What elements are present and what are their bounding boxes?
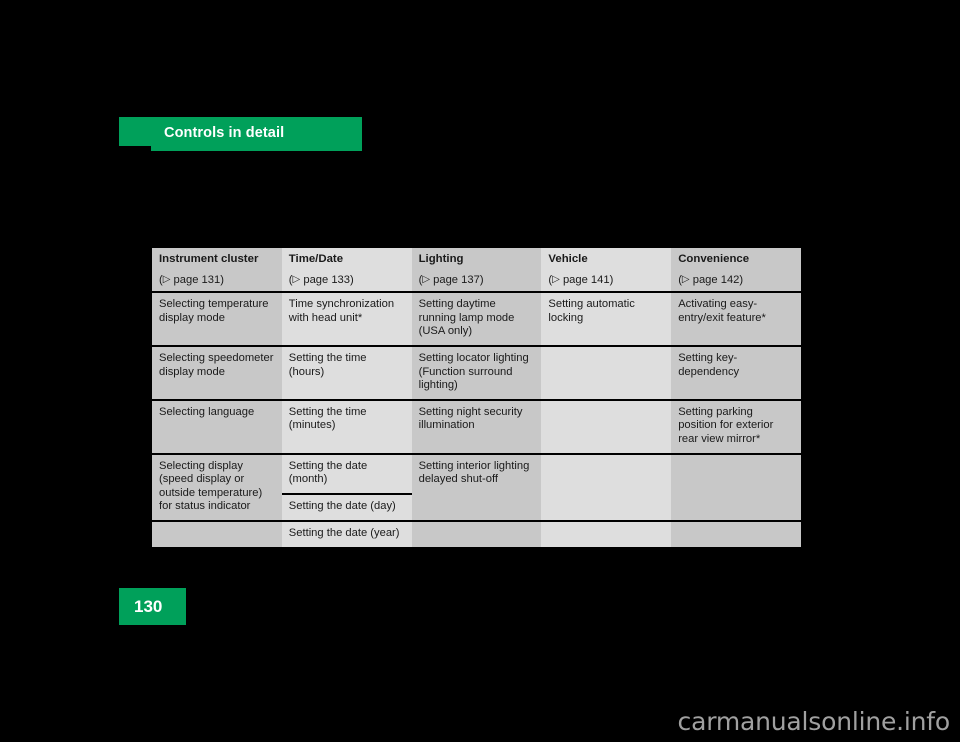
settings-overview-table: Instrument cluster (▷ page 131) Time/Dat… <box>152 248 801 549</box>
table-cell-vehicle <box>541 520 672 549</box>
ref-close-paren: ) <box>609 273 614 286</box>
table-cell-time-date: Setting the date (day) <box>281 494 412 522</box>
ref-open-paren: ( <box>288 273 293 286</box>
table-cell-lighting: Setting daytime running lamp mode (USA o… <box>411 292 542 347</box>
chapter-title: Controls in detail <box>164 125 285 141</box>
ref-target: page 131 <box>173 273 221 286</box>
column-title: Time/Date <box>288 253 344 265</box>
table-cell-instrument-cluster: Selecting display (speed display or outs… <box>152 453 282 522</box>
column-title: Vehicle <box>548 253 588 265</box>
table-cell-time-date: Setting the date (year) <box>281 520 412 549</box>
table-cell-vehicle <box>541 453 672 522</box>
table-header-cell-instrument-cluster: Instrument cluster (▷ page 131) <box>152 248 282 294</box>
ref-target: page 141 <box>562 273 610 286</box>
table-header: Instrument cluster (▷ page 131) Time/Dat… <box>152 248 801 294</box>
site-watermark: carmanualsonline.info <box>677 707 951 736</box>
ref-close-paren: ) <box>350 273 354 286</box>
table-cell-time-date: Setting the date (month) <box>281 453 412 496</box>
table-cell-lighting: Setting locator lighting (Function surro… <box>411 345 542 401</box>
table-cell-vehicle <box>541 345 672 401</box>
chapter-bar-notch <box>119 146 151 151</box>
column-page-reference: (▷ page 133) <box>289 274 405 288</box>
table-header-cell-time-date: Time/Date (▷ page 133) <box>281 248 412 294</box>
page-number: 130 <box>134 597 163 616</box>
table-cell-lighting: Setting night security illumination <box>411 399 542 455</box>
table-header-cell-lighting: Lighting (▷ page 137) <box>411 248 542 294</box>
ref-close-paren: ) <box>479 273 484 286</box>
table-cell-convenience <box>671 520 801 549</box>
triangle-right-icon: ▷ <box>422 274 431 286</box>
ref-close-paren: ) <box>739 273 744 286</box>
triangle-right-icon: ▷ <box>681 274 690 286</box>
ref-target: page 133 <box>303 273 351 286</box>
ref-close-paren: ) <box>220 273 224 286</box>
table-cell-instrument-cluster: Selecting language <box>152 399 282 455</box>
column-title: Instrument cluster <box>159 253 259 265</box>
column-title: Lighting <box>418 253 464 265</box>
table-cell-instrument-cluster <box>152 520 282 549</box>
table-row: Setting the date (year) <box>152 520 801 549</box>
page-number-block: 130 <box>119 588 186 625</box>
table-cell-convenience: Setting key-dependency <box>671 345 801 401</box>
table-cell-time-date: Setting the time (hours) <box>281 345 412 401</box>
ref-target: page 137 <box>433 273 480 286</box>
chapter-header-bar: Controls in detail <box>119 117 362 151</box>
table-cell-instrument-cluster: Selecting speedometer display mode <box>152 345 282 401</box>
table-cell-vehicle: Setting automatic locking <box>541 292 672 347</box>
ref-target: page 142 <box>692 273 740 286</box>
table-cell-convenience <box>671 453 801 522</box>
column-page-reference: (▷ page 141) <box>548 274 664 288</box>
table-header-cell-convenience: Convenience (▷ page 142) <box>671 248 801 294</box>
table-cell-instrument-cluster: Selecting temperature display mode <box>152 292 282 347</box>
column-page-reference: (▷ page 142) <box>678 274 794 288</box>
table-row: Selecting speedometer display mode Setti… <box>152 345 801 401</box>
triangle-right-icon: ▷ <box>292 274 301 286</box>
table-header-row: Instrument cluster (▷ page 131) Time/Dat… <box>152 248 801 294</box>
triangle-right-icon: ▷ <box>552 274 560 286</box>
table-cell-vehicle <box>541 399 672 455</box>
table-header-cell-vehicle: Vehicle (▷ page 141) <box>541 248 672 294</box>
column-title: Convenience <box>678 253 750 265</box>
page-canvas: Controls in detail Instrument cluster (▷… <box>0 0 960 742</box>
column-page-reference: (▷ page 137) <box>419 274 535 288</box>
table-cell-convenience: Activating easy-entry/exit feature* <box>671 292 801 347</box>
triangle-right-icon: ▷ <box>162 274 171 286</box>
table-cell-lighting <box>411 520 542 549</box>
table-row: Selecting temperature display mode Time … <box>152 292 801 347</box>
table-cell-lighting: Setting interior lighting delayed shut-o… <box>411 453 542 522</box>
column-page-reference: (▷ page 131) <box>159 274 275 288</box>
table-body: Selecting temperature display mode Time … <box>152 292 801 549</box>
table-cell-time-date: Setting the time (minutes) <box>281 399 412 455</box>
table-row: Selecting language Setting the time (min… <box>152 399 801 455</box>
table-row: Selecting display (speed display or outs… <box>152 453 801 522</box>
table-cell-convenience: Setting parking position for exterior re… <box>671 399 801 455</box>
table-cell-time-date: Time synchronization with head unit* <box>281 292 412 347</box>
